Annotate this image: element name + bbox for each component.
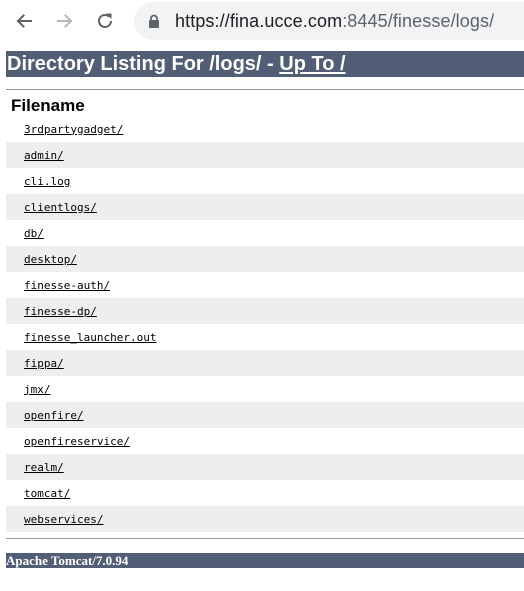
url-path: :8445/finesse/logs/ [342, 11, 495, 31]
back-button[interactable] [11, 8, 37, 34]
file-link[interactable]: realm/ [24, 461, 64, 474]
file-cell: finesse_launcher.out [6, 324, 524, 350]
table-header-row: Filename [6, 90, 524, 116]
table-row: realm/ [6, 454, 524, 480]
file-link[interactable]: fippa/ [24, 357, 64, 370]
server-footer: Apache Tomcat/7.0.94 [6, 553, 524, 568]
file-link[interactable]: openfire/ [24, 409, 84, 422]
file-link[interactable]: finesse-dp/ [24, 305, 97, 318]
table-row: webservices/ [6, 506, 524, 532]
file-cell: desktop/ [6, 246, 524, 272]
arrow-right-icon [57, 14, 73, 28]
file-link[interactable]: jmx/ [24, 383, 51, 396]
lock-icon [149, 14, 159, 28]
table-row: db/ [6, 220, 524, 246]
file-link[interactable]: cli.log [24, 175, 70, 188]
page-title-text: Directory Listing For /logs/ - [7, 53, 280, 75]
table-row: admin/ [6, 142, 524, 168]
file-link[interactable]: admin/ [24, 149, 64, 162]
table-row: jmx/ [6, 376, 524, 402]
file-cell: openfire/ [6, 402, 524, 428]
filename-column-header: Filename [11, 96, 85, 115]
table-row: fippa/ [6, 350, 524, 376]
url-text: https://fina.ucce.com:8445/finesse/logs/ [175, 10, 494, 32]
file-link[interactable]: tomcat/ [24, 487, 70, 500]
file-cell: finesse-dp/ [6, 298, 524, 324]
file-cell: cli.log [6, 168, 524, 194]
page-content: Directory Listing For /logs/ - Up To / F… [6, 51, 524, 568]
file-link[interactable]: db/ [24, 227, 44, 240]
table-row: openfireservice/ [6, 428, 524, 454]
reload-icon [98, 13, 112, 28]
file-link[interactable]: clientlogs/ [24, 201, 97, 214]
forward-button[interactable] [52, 8, 78, 34]
table-row: desktop/ [6, 246, 524, 272]
page-title: Directory Listing For /logs/ - Up To / [6, 51, 524, 77]
file-link[interactable]: desktop/ [24, 253, 77, 266]
url-host: https://fina.ucce.com [175, 11, 343, 31]
file-cell: jmx/ [6, 376, 524, 402]
file-cell: admin/ [6, 142, 524, 168]
table-row: clientlogs/ [6, 194, 524, 220]
file-listing-table: Filename 3rdpartygadget/admin/cli.log cli… [6, 90, 524, 532]
table-row: finesse_launcher.out [6, 324, 524, 350]
file-cell: db/ [6, 220, 524, 246]
file-cell: fippa/ [6, 350, 524, 376]
file-link[interactable]: webservices/ [24, 513, 103, 526]
browser-toolbar: https://fina.ucce.com:8445/finesse/logs/ [0, 0, 524, 42]
table-row: tomcat/ [6, 480, 524, 506]
reload-button[interactable] [92, 8, 118, 34]
file-link[interactable]: 3rdpartygadget/ [24, 123, 123, 136]
file-link[interactable]: finesse_launcher.out [24, 331, 156, 344]
file-cell: tomcat/ [6, 480, 524, 506]
file-cell: openfireservice/ [6, 428, 524, 454]
file-link[interactable]: openfireservice/ [24, 435, 130, 448]
file-cell: realm/ [6, 454, 524, 480]
file-cell: clientlogs/ [6, 194, 524, 220]
file-cell: webservices/ [6, 506, 524, 532]
file-link[interactable]: finesse-auth/ [24, 279, 110, 292]
arrow-left-icon [16, 14, 32, 28]
table-row: cli.log [6, 168, 524, 194]
up-to-root-link[interactable]: Up To / [279, 53, 345, 75]
table-row: 3rdpartygadget/ [6, 116, 524, 142]
file-cell: 3rdpartygadget/ [6, 116, 524, 142]
table-row: openfire/ [6, 402, 524, 428]
table-row: finesse-dp/ [6, 298, 524, 324]
address-bar[interactable]: https://fina.ucce.com:8445/finesse/logs/ [134, 2, 524, 40]
divider [6, 538, 524, 539]
table-row: finesse-auth/ [6, 272, 524, 298]
file-cell: finesse-auth/ [6, 272, 524, 298]
